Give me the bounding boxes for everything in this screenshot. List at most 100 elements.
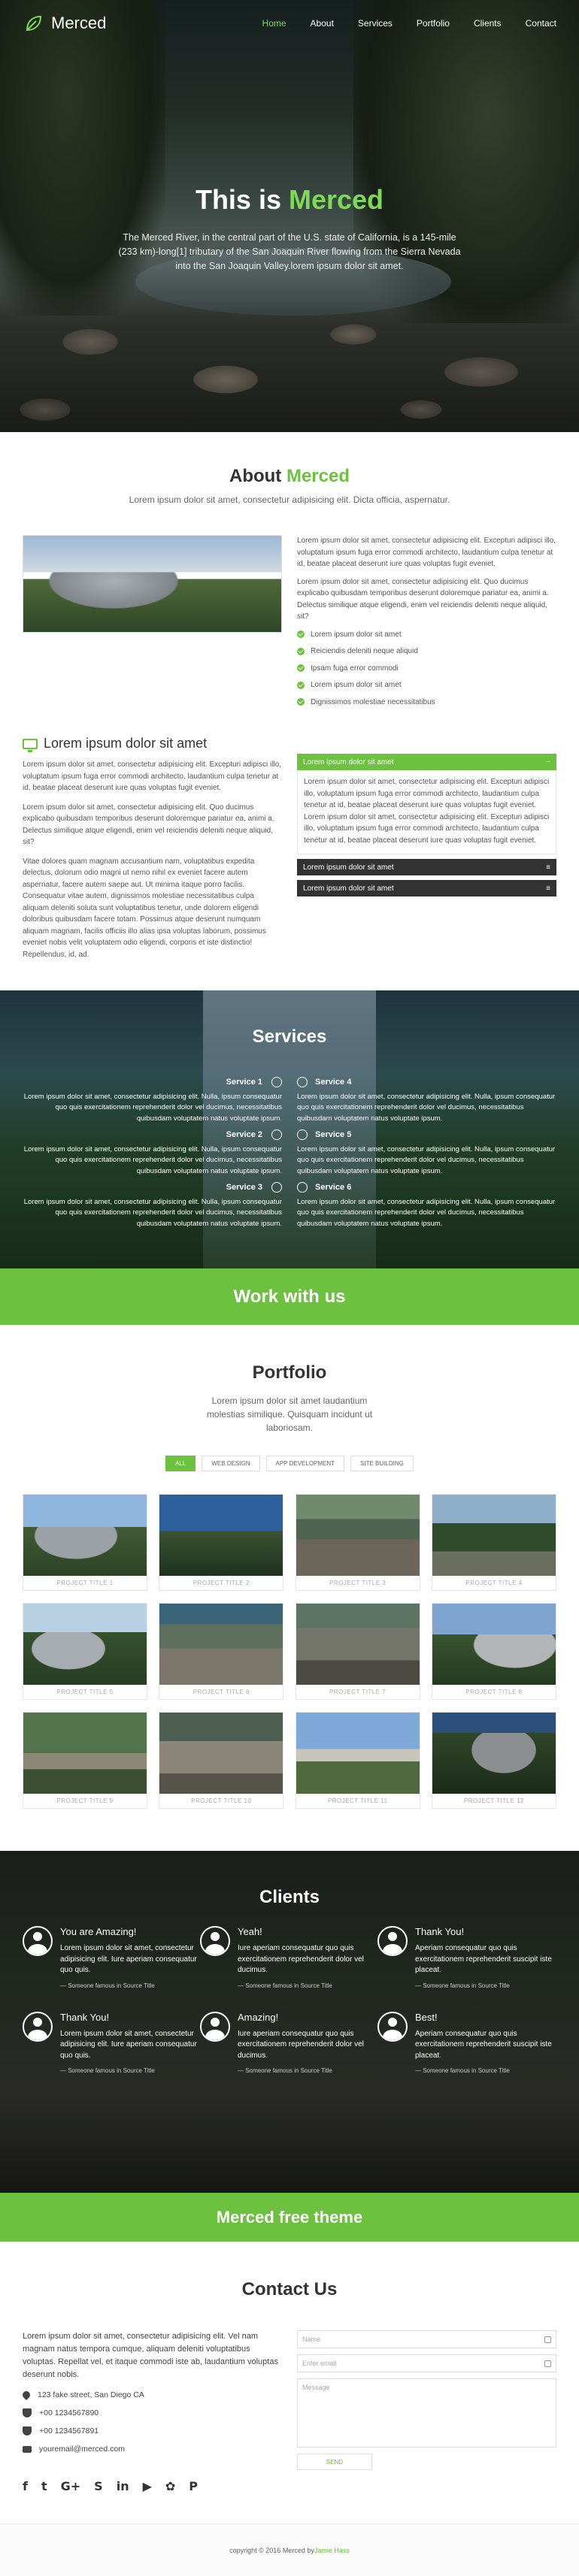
pinterest-icon[interactable]: P [189,2479,198,2493]
leaf-icon [297,1077,308,1087]
nav-item-about[interactable]: About [311,18,334,29]
user-avatar-icon [377,2011,408,2042]
portfolio-item-6[interactable]: PROJECT TITLE 6 [159,1603,284,1700]
list-item: Reiciendis deleniti neque aliquid [297,646,556,658]
minus-icon: − [546,757,550,766]
phone-text: +00 1234567890 [39,2408,99,2418]
checklist-text: Dignissimos molestiae necessitatibus [311,697,435,706]
project-title: PROJECT TITLE 6 [192,1689,250,1695]
filter-all[interactable]: ALL [165,1456,196,1471]
service-title: Service 1 [226,1078,262,1087]
portfolio-item-10[interactable]: PROJECT TITLE 10 [159,1712,284,1809]
message-field[interactable]: Message [297,2378,556,2448]
about-title-accent: Merced [286,466,350,486]
check-circle-icon [297,664,305,673]
project-image [432,1495,556,1576]
footer-copyright: copyright © 2016 Merced by [229,2546,314,2554]
facebook-icon[interactable]: f [23,2479,28,2493]
footer-author-link[interactable]: Jamie Hass [314,2547,350,2554]
leaf-logo-icon [26,15,42,32]
menu-icon: ≡ [546,884,550,893]
free-theme-banner: Merced free theme [0,2193,579,2242]
name-placeholder: Name [302,2336,321,2343]
accordion: Lorem ipsum dolor sit amet − Lorem ipsum … [297,754,556,960]
portfolio-subtitle: Lorem ipsum dolor sit amet laudantium mo… [206,1395,373,1433]
about-subtitle: Lorem ipsum dolor sit amet, consectetur … [129,494,450,505]
testimonial-source: — Someone famous in Source Title [238,2067,332,2074]
email-field[interactable]: Enter email [297,2354,556,2372]
portfolio-item-11[interactable]: PROJECT TITLE 11 [295,1712,420,1809]
portfolio-item-5[interactable]: PROJECT TITLE 5 [23,1603,147,1700]
brand-logo[interactable]: Merced [23,12,106,35]
list-item: Lorem ipsum dolor sit amet [297,679,556,691]
filter-app-development[interactable]: APP DEVELOPMENT [265,1456,345,1471]
feature-heading: Lorem ipsum dolor sit amet [23,736,282,752]
project-title: PROJECT TITLE 2 [192,1580,250,1586]
service-5: Service 5 Lorem ipsum dolor sit amet, co… [297,1129,556,1177]
contact-email[interactable]: youremail@merced.com [23,2444,282,2454]
testimonial: Thank You! Lorem ipsum dolor sit amet, co… [23,2011,200,2074]
hero-content: This is Merced The Merced River, in the … [0,184,579,273]
accordion-header-3[interactable]: Lorem ipsum dolor sit amet ≡ [297,880,556,896]
linkedin-icon[interactable]: in [117,2479,129,2493]
email-placeholder: Enter email [302,2360,337,2367]
testimonial: You are Amazing! Lorem ipsum dolor sit am… [23,1926,200,1989]
google-plus-icon[interactable]: G+ [61,2479,81,2493]
hero-section: Merced Home About Services Portfolio Cli… [0,0,579,432]
testimonials-grid: You are Amazing! Lorem ipsum dolor sit am… [23,1926,556,2097]
portfolio-item-12[interactable]: PROJECT TITLE 12 [431,1712,556,1809]
chart-icon [297,1129,308,1140]
services-title: Services [252,1026,327,1047]
portfolio-item-3[interactable]: PROJECT TITLE 3 [295,1494,420,1591]
testimonial-text: Lorem ipsum dolor sit amet, consectetur … [60,1944,197,1974]
testimonial-heading: Yeah! [238,1926,262,1937]
checklist-text: Lorem ipsum dolor sit amet [311,681,402,689]
feature-paragraph-1: Lorem ipsum dolor sit amet, consectetur … [23,760,282,792]
filter-web-design[interactable]: WEB DESIGN [202,1456,260,1471]
twitter-icon[interactable]: t [41,2479,47,2493]
youtube-icon[interactable]: ▶ [143,2479,152,2493]
send-button[interactable]: SEND [297,2454,372,2470]
contact-phone-1: +00 1234567890 [23,2408,282,2418]
nav-item-clients[interactable]: Clients [474,18,502,29]
check-circle-icon [297,698,305,706]
filter-site-building[interactable]: SITE BUILDING [350,1456,414,1471]
nav-item-contact[interactable]: Contact [526,18,556,29]
clients-section: Clients You are Amazing! Lorem ipsum dolo… [0,1851,579,2193]
testimonial: Amazing! Iure aperiam consequatur quo qui… [200,2011,377,2074]
message-placeholder: Message [302,2384,330,2391]
feature-paragraph-2: Lorem ipsum dolor sit amet, consectetur … [23,803,274,847]
project-image [296,1604,420,1685]
service-text: Lorem ipsum dolor sit amet, consectetur … [297,1198,556,1228]
flickr-icon[interactable]: ✿ [165,2479,175,2493]
services-section: Services Service 1 Lorem ipsum dolor sit… [0,990,579,1268]
accordion-header-1[interactable]: Lorem ipsum dolor sit amet − [297,754,556,770]
service-text: Lorem ipsum dolor sit amet, consectetur … [23,1198,282,1228]
service-text: Lorem ipsum dolor sit amet, consectetur … [297,1093,556,1123]
name-field[interactable]: Name [297,2330,556,2348]
hero-title: This is Merced [0,184,579,216]
nav-item-services[interactable]: Services [358,18,393,29]
nav-item-portfolio[interactable]: Portfolio [417,18,450,29]
list-item: Lorem ipsum dolor sit amet [297,629,556,641]
nav-item-home[interactable]: Home [262,18,286,29]
skype-icon[interactable]: S [94,2479,103,2493]
portfolio-item-8[interactable]: PROJECT TITLE 8 [431,1603,556,1700]
work-with-us-banner[interactable]: Work with us [0,1268,579,1325]
contact-phone-2: +00 1234567891 [23,2426,282,2436]
service-title: Service 2 [226,1130,262,1139]
brand-name: Merced [51,14,107,32]
portfolio-item-7[interactable]: PROJECT TITLE 7 [295,1603,420,1700]
phone-icon [23,2408,32,2418]
service-title: Service 4 [315,1078,352,1087]
portfolio-item-1[interactable]: PROJECT TITLE 1 [23,1494,147,1591]
portfolio-item-2[interactable]: PROJECT TITLE 2 [159,1494,284,1591]
envelope-icon [23,2445,32,2453]
portfolio-item-4[interactable]: PROJECT TITLE 4 [431,1494,556,1591]
accordion-header-2[interactable]: Lorem ipsum dolor sit amet ≡ [297,859,556,875]
portfolio-item-9[interactable]: PROJECT TITLE 9 [23,1712,147,1809]
feature-heading-text: Lorem ipsum dolor sit amet [44,736,208,751]
phone-text: +00 1234567891 [39,2426,99,2436]
accordion-label: Lorem ipsum dolor sit amet [303,757,394,766]
testimonial: Yeah! Iure aperiam consequatur quo quis e… [200,1926,377,1989]
